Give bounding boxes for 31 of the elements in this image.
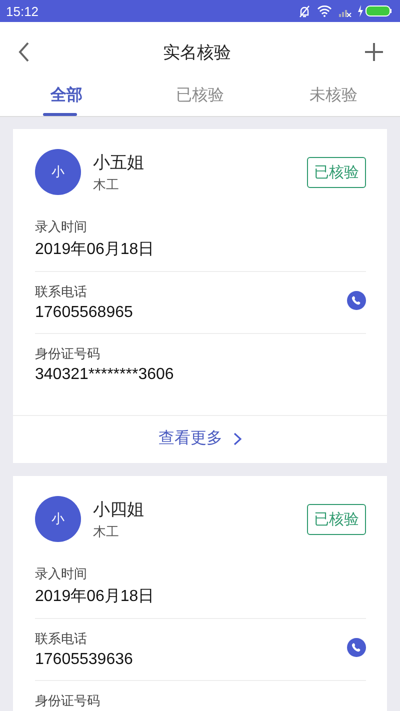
page-title: 实名核验	[163, 42, 231, 64]
field-label: 录入时间	[35, 219, 88, 236]
field-label: 录入时间	[35, 566, 88, 583]
field-label: 身份证号码	[35, 346, 101, 363]
battery-icon	[358, 5, 392, 17]
field-value: 340321********3606	[35, 366, 175, 384]
person-role: 木工	[93, 176, 120, 194]
avatar: 小	[35, 496, 81, 542]
person-name: 小五姐	[93, 152, 145, 174]
field-label: 身份证号码	[35, 693, 101, 710]
tab[interactable]: 已核验	[133, 82, 267, 116]
tab[interactable]: 全部	[0, 82, 134, 116]
field-value: 17605568965	[35, 304, 134, 322]
status-badge: 已核验	[307, 504, 366, 534]
field-value: 2019年06月18日	[35, 240, 156, 260]
status-badge: 已核验	[307, 156, 366, 188]
field-value: 2019年06月18日	[35, 587, 156, 607]
chevron-right-icon	[232, 432, 242, 446]
field-value: 17605539636	[35, 651, 134, 669]
avatar: 小	[35, 149, 81, 195]
person-name: 小四姐	[93, 498, 145, 520]
view-more-link[interactable]: 查看更多	[156, 426, 244, 451]
bell-muted-icon	[298, 4, 311, 18]
field-label: 联系电话	[35, 284, 88, 301]
phone-icon[interactable]	[347, 638, 366, 657]
field-label: 联系电话	[35, 631, 88, 648]
tab[interactable]: 未核验	[266, 82, 400, 116]
phone-icon[interactable]	[347, 291, 366, 310]
person-role: 木工	[93, 524, 120, 540]
wifi-icon	[317, 5, 332, 17]
status-time: 15:12	[6, 4, 39, 18]
